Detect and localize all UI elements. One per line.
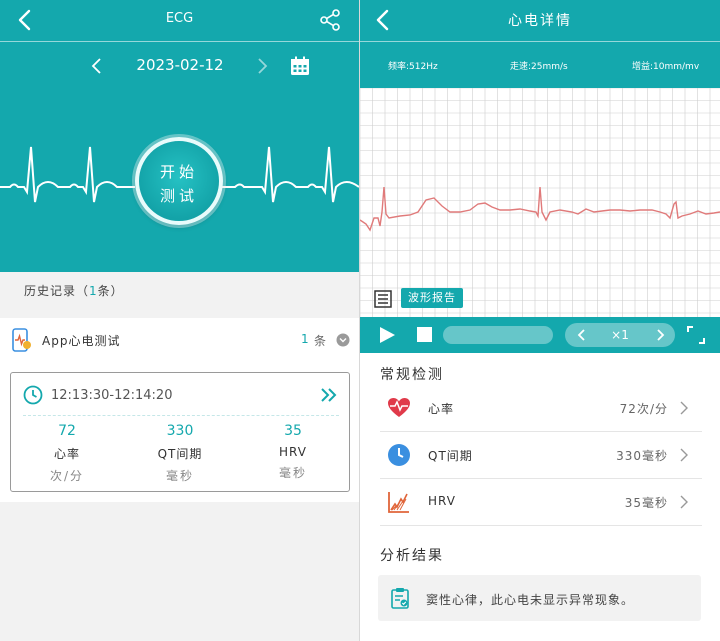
fullscreen-icon[interactable]: [687, 326, 705, 344]
hrv-chart-icon: [388, 492, 409, 513]
metric-name: 心率: [53, 447, 80, 461]
metric-value: 35: [284, 423, 302, 439]
ecg-detail-screen: 心电详情 频率:512Hz 走速:25mm/s 增益:10mm/mv 波形报告 …: [360, 0, 720, 641]
start-label-line1: 开始: [159, 163, 198, 181]
qt-interval-row[interactable]: QT间期 330毫秒: [380, 432, 702, 479]
app-test-group-row[interactable]: App心电测试 1 条: [0, 318, 359, 362]
ecg-params-bar: 频率:512Hz 走速:25mm/s 增益:10mm/mv: [360, 42, 720, 88]
card-divider: [23, 415, 339, 416]
page-title: 心电详情: [508, 13, 572, 29]
ecg-hero: 2023-02-12 开始 测试: [0, 42, 359, 272]
date-label: 2023-02-12: [136, 56, 224, 74]
ecg-history-screen: ECG 2023-02-12 开始 测试 历史记录（1条） App心电测试 1 …: [0, 0, 359, 641]
previous-date-icon[interactable]: [88, 56, 106, 76]
share-icon[interactable]: [319, 9, 341, 31]
ecg-record-card[interactable]: 12:13:30-12:14:20 72 心率 次/分 330 QT间期 毫秒 …: [10, 372, 350, 492]
frequency-param: 频率:512Hz: [388, 62, 438, 72]
chevron-right-icon: [680, 448, 688, 462]
app-test-name: App心电测试: [42, 334, 121, 348]
page-title: ECG: [165, 11, 194, 26]
app-test-count-unit: 条: [314, 334, 327, 348]
hrv-row[interactable]: HRV 35毫秒: [380, 479, 702, 526]
row-label: QT间期: [428, 449, 473, 463]
ecg-waveform-grid[interactable]: [360, 88, 720, 317]
row-label: 心率: [428, 402, 455, 416]
clock-icon: [23, 385, 43, 405]
analysis-result-title: 分析结果: [380, 548, 444, 564]
history-count-label: 历史记录（1条）: [24, 282, 124, 299]
play-icon[interactable]: [378, 326, 396, 344]
heart-pulse-icon: [388, 398, 410, 417]
history-suffix: 条）: [97, 284, 124, 298]
analysis-result-text: 窦性心律，此心电未显示异常现象。: [426, 593, 635, 607]
analysis-result-box: 窦性心律，此心电未显示异常现象。: [378, 575, 701, 621]
calendar-icon[interactable]: [289, 55, 311, 77]
routine-check-title: 常规检测: [380, 367, 444, 383]
grid-background: [360, 88, 720, 317]
gain-param: 增益:10mm/mv: [632, 62, 700, 72]
metric-hrv: 35 HRV 毫秒: [253, 423, 333, 481]
speed-increase-icon[interactable]: [653, 328, 667, 342]
double-chevron-right-icon[interactable]: [319, 386, 339, 404]
speed-param: 走速:25mm/s: [510, 62, 568, 72]
record-time-range: 12:13:30-12:14:20: [51, 388, 173, 403]
stop-icon[interactable]: [417, 327, 432, 342]
metric-unit: 毫秒: [165, 469, 194, 483]
metric-heart-rate: 72 心率 次/分: [27, 423, 107, 484]
clock-icon: [388, 444, 410, 466]
metric-value: 330: [166, 423, 194, 439]
playback-speed-value: ×1: [611, 328, 629, 342]
clipboard-check-icon: [391, 588, 409, 609]
playback-speed-control: ×1: [565, 323, 675, 347]
chevron-right-icon: [680, 401, 688, 415]
right-header: 心电详情: [360, 0, 720, 42]
metric-name: HRV: [279, 445, 307, 459]
record-section: 12:13:30-12:14:20 72 心率 次/分 330 QT间期 毫秒 …: [0, 362, 359, 502]
row-value: 330毫秒: [616, 449, 668, 463]
start-test-button[interactable]: 开始 测试: [135, 137, 223, 225]
document-list-icon[interactable]: [373, 289, 393, 309]
phone-ecg-icon: [12, 328, 31, 352]
waveform-report-button[interactable]: 波形报告: [401, 288, 463, 308]
row-label: HRV: [428, 494, 456, 508]
history-count: 1: [89, 284, 98, 298]
app-test-count: 1: [301, 332, 309, 346]
row-value: 72次/分: [619, 402, 668, 416]
start-label-line2: 测试: [159, 187, 198, 205]
left-header: ECG: [0, 0, 359, 42]
date-selector: 2023-02-12: [0, 54, 359, 80]
metric-qt-interval: 330 QT间期 毫秒: [140, 423, 220, 484]
next-date-icon[interactable]: [253, 56, 271, 76]
chevron-right-icon: [680, 495, 688, 509]
metric-unit: 次/分: [49, 469, 85, 483]
row-value: 35毫秒: [624, 496, 668, 510]
metric-unit: 毫秒: [278, 466, 307, 480]
heart-rate-row[interactable]: 心率 72次/分: [380, 385, 702, 432]
speed-decrease-icon[interactable]: [575, 328, 589, 342]
chevron-down-icon[interactable]: [336, 333, 350, 347]
metric-name: QT间期: [157, 447, 203, 461]
playback-progress-bar[interactable]: [443, 326, 553, 344]
metric-value: 72: [58, 423, 76, 439]
history-prefix: 历史记录（: [24, 284, 90, 298]
playback-controls: ×1: [360, 317, 720, 353]
